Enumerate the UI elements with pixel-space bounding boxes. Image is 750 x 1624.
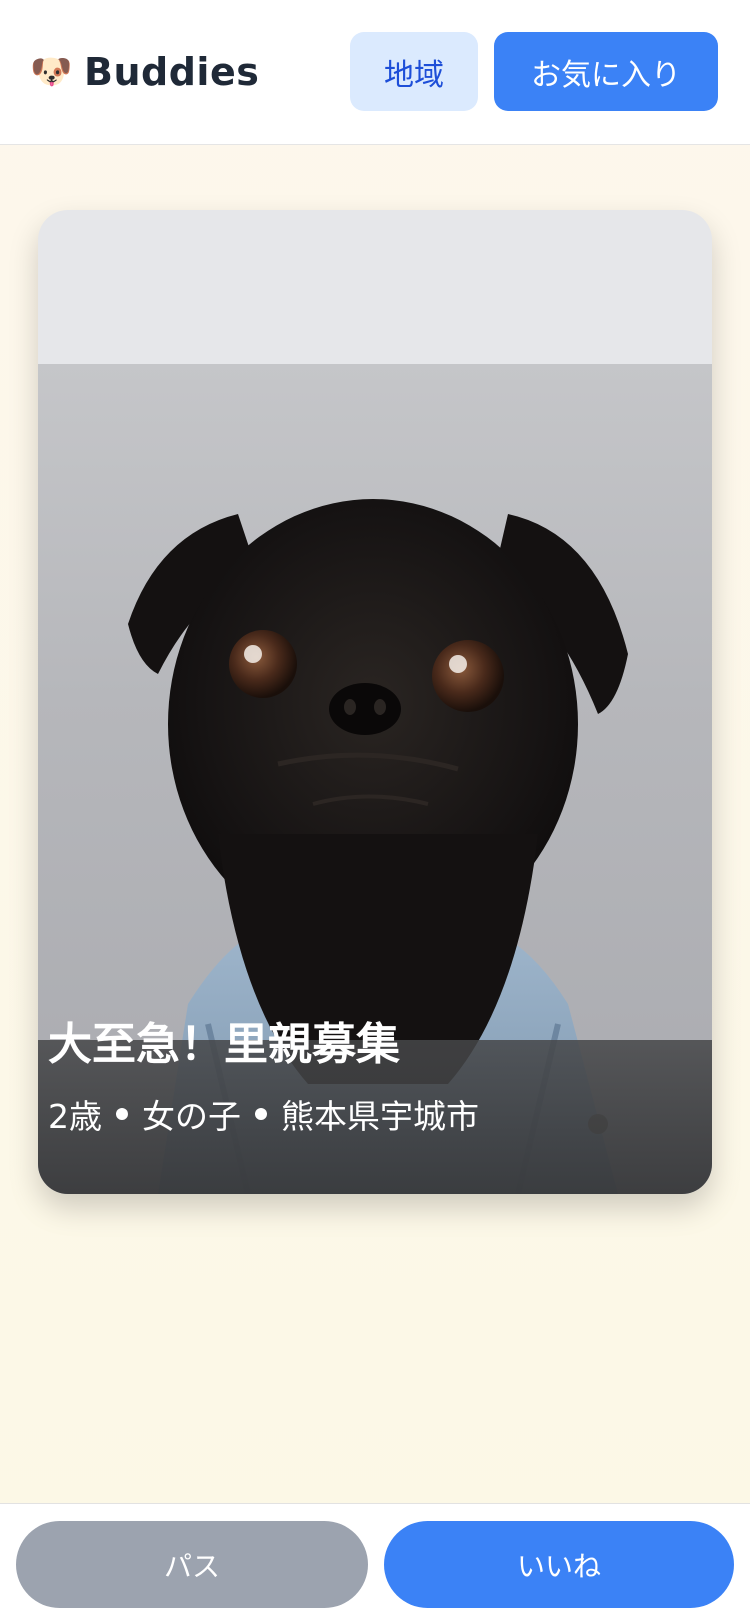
like-button[interactable]: いいね bbox=[384, 1521, 734, 1608]
dog-face-icon: 🐶 bbox=[30, 52, 73, 92]
pet-meta: 2歳 女の子 熊本県宇城市 bbox=[48, 1090, 479, 1138]
pet-age: 2歳 bbox=[48, 1097, 102, 1136]
region-button[interactable]: 地域 bbox=[350, 32, 478, 111]
favorites-button[interactable]: お気に入り bbox=[494, 32, 718, 111]
separator-dot bbox=[255, 1108, 267, 1120]
brand: 🐶 Buddies bbox=[30, 48, 259, 96]
pass-button[interactable]: パス bbox=[16, 1521, 368, 1608]
pet-sex: 女の子 bbox=[142, 1097, 241, 1136]
pet-location: 熊本県宇城市 bbox=[281, 1097, 479, 1136]
brand-name: Buddies bbox=[84, 50, 260, 94]
separator-dot bbox=[116, 1108, 128, 1120]
app-header: 🐶 Buddies 地域 お気に入り bbox=[0, 0, 750, 145]
pet-title: 大至急！里親募集 bbox=[48, 1019, 400, 1070]
